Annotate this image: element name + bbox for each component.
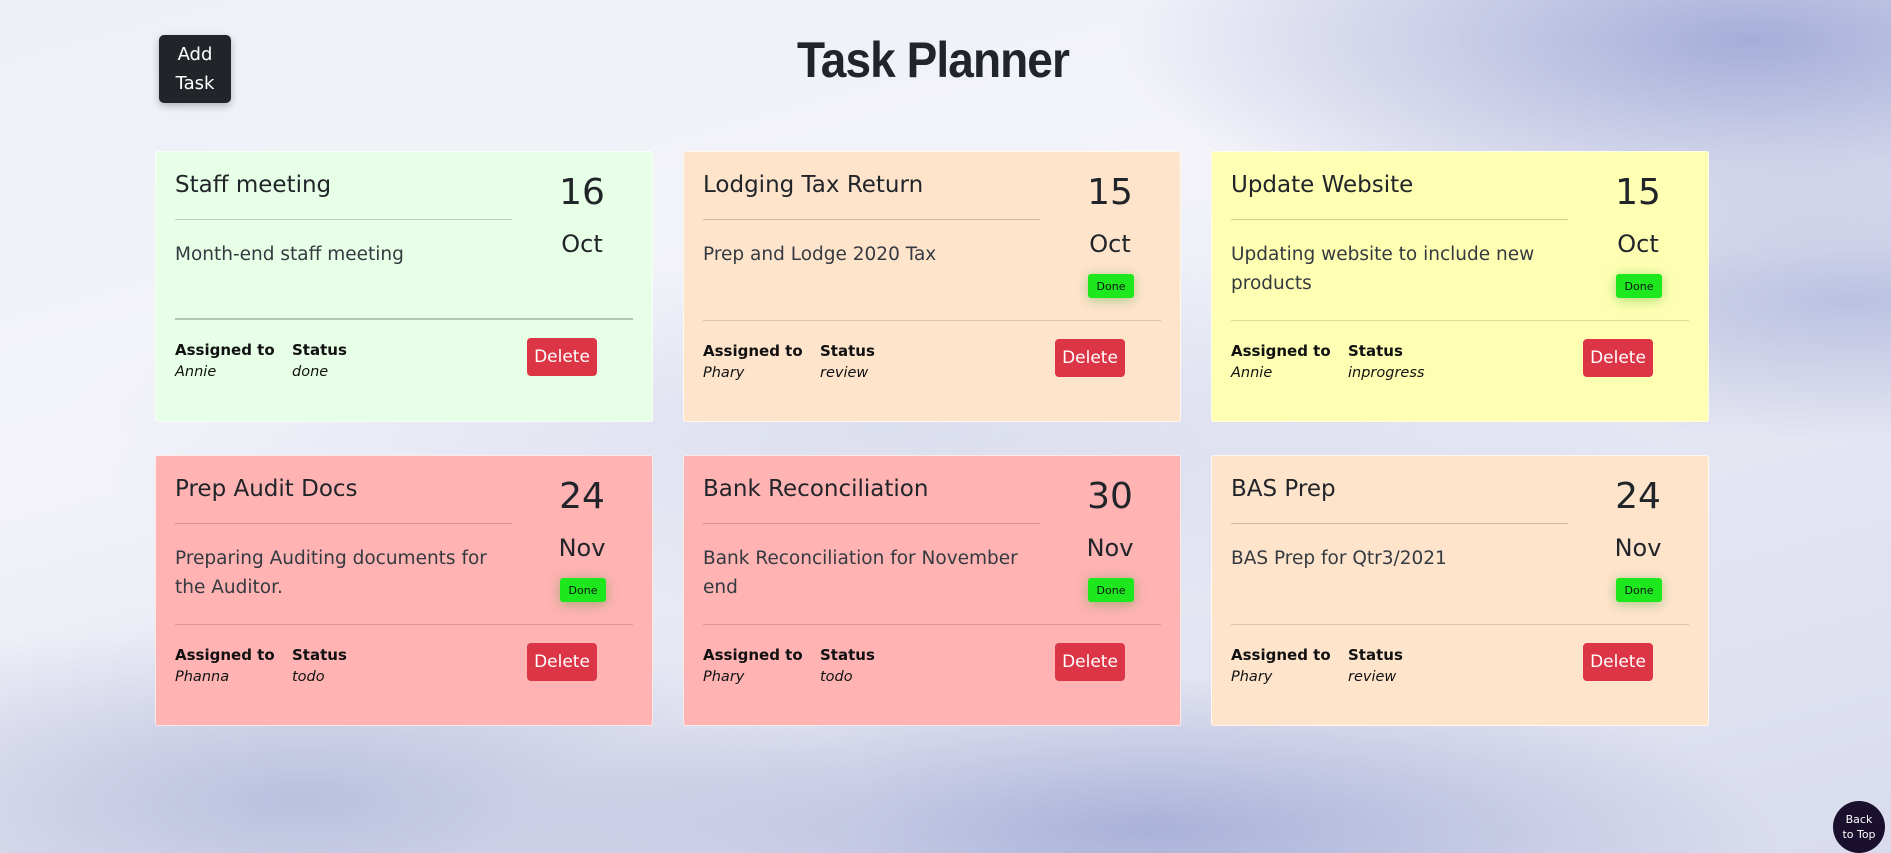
task-title: Update Website bbox=[1231, 172, 1414, 198]
assignee-value: Annie bbox=[175, 364, 217, 380]
title-divider bbox=[175, 523, 512, 524]
due-day: 30 bbox=[1087, 476, 1133, 517]
delete-button[interactable]: Delete bbox=[527, 338, 597, 376]
task-description: Prep and Lodge 2020 Tax bbox=[703, 244, 937, 265]
delete-button[interactable]: Delete bbox=[1055, 339, 1125, 377]
task-description: Preparing Auditing documents for the Aud… bbox=[175, 548, 487, 598]
assigned-to-label: Assigned to bbox=[175, 341, 275, 359]
assigned-to-label: Assigned to bbox=[703, 646, 803, 664]
status-label: Status bbox=[820, 646, 875, 664]
assignee-value: Phary bbox=[703, 669, 745, 685]
status-label: Status bbox=[1348, 342, 1403, 360]
task-card: Lodging Tax Return Prep and Lodge 2020 Ta… bbox=[683, 151, 1181, 422]
title-divider bbox=[1231, 219, 1568, 220]
page-title: Task Planner bbox=[797, 32, 1070, 88]
due-day: 15 bbox=[1087, 172, 1133, 213]
assignee-value: Phanna bbox=[175, 669, 230, 685]
delete-button[interactable]: Delete bbox=[1055, 643, 1125, 681]
status-value: review bbox=[820, 365, 869, 381]
status-value: done bbox=[292, 364, 329, 380]
footer-divider bbox=[703, 320, 1161, 321]
assignee-value: Phary bbox=[703, 365, 745, 381]
status-value: todo bbox=[820, 669, 853, 685]
status-label: Status bbox=[292, 341, 347, 359]
assigned-to-label: Assigned to bbox=[1231, 342, 1331, 360]
assigned-to-label: Assigned to bbox=[175, 646, 275, 664]
delete-button[interactable]: Delete bbox=[527, 643, 597, 681]
title-divider bbox=[1231, 523, 1568, 524]
task-description: Month-end staff meeting bbox=[175, 244, 404, 265]
due-day: 24 bbox=[1615, 476, 1661, 517]
footer-divider bbox=[703, 624, 1161, 625]
task-title: BAS Prep bbox=[1231, 476, 1336, 502]
delete-button[interactable]: Delete bbox=[1583, 339, 1653, 377]
task-description: Bank Reconciliation for November end bbox=[703, 548, 1018, 598]
task-card: BAS Prep BAS Prep for Qtr3/2021 24 Nov Done A… bbox=[1211, 455, 1709, 726]
due-month: Nov bbox=[1086, 534, 1134, 562]
task-card: Update Website Updating website to includ… bbox=[1211, 151, 1709, 422]
footer-divider bbox=[175, 624, 633, 625]
status-label: Status bbox=[1348, 646, 1403, 664]
task-card: Prep Audit Docs Preparing Auditing docume… bbox=[155, 455, 653, 726]
status-value: todo bbox=[292, 669, 325, 685]
due-month: Nov bbox=[558, 534, 606, 562]
due-month: Oct bbox=[1089, 230, 1131, 258]
task-card: Bank Reconciliation Bank Reconciliation f… bbox=[683, 455, 1181, 726]
assignee-value: Phary bbox=[1231, 669, 1273, 685]
task-title: Bank Reconciliation bbox=[703, 476, 929, 502]
footer-divider bbox=[175, 318, 633, 320]
assigned-to-label: Assigned to bbox=[703, 342, 803, 360]
back-to-top-button[interactable]: Back to Top bbox=[1833, 801, 1885, 853]
task-description: Updating website to include new products bbox=[1231, 244, 1535, 294]
due-day: 15 bbox=[1615, 172, 1661, 213]
due-day: 16 bbox=[559, 172, 605, 213]
status-value: review bbox=[1348, 669, 1397, 685]
mark-done-button[interactable]: Done bbox=[1616, 274, 1662, 298]
task-description: BAS Prep for Qtr3/2021 bbox=[1231, 548, 1447, 569]
title-divider bbox=[175, 219, 512, 220]
title-divider bbox=[703, 523, 1040, 524]
status-label: Status bbox=[292, 646, 347, 664]
footer-divider bbox=[1231, 320, 1689, 321]
task-title: Lodging Tax Return bbox=[703, 172, 924, 198]
task-title: Staff meeting bbox=[175, 172, 332, 198]
task-title: Prep Audit Docs bbox=[175, 476, 358, 502]
due-day: 24 bbox=[559, 476, 605, 517]
mark-done-button[interactable]: Done bbox=[1088, 578, 1134, 602]
status-value: inprogress bbox=[1348, 365, 1425, 381]
assigned-to-label: Assigned to bbox=[1231, 646, 1331, 664]
due-month: Oct bbox=[1617, 230, 1659, 258]
mark-done-button[interactable]: Done bbox=[1088, 274, 1134, 298]
assignee-value: Annie bbox=[1231, 365, 1273, 381]
due-month: Nov bbox=[1614, 534, 1662, 562]
mark-done-button[interactable]: Done bbox=[560, 578, 606, 602]
mark-done-button[interactable]: Done bbox=[1616, 578, 1662, 602]
task-card: Staff meeting Month-end staff meeting 16 Oc… bbox=[155, 151, 653, 422]
delete-button[interactable]: Delete bbox=[1583, 643, 1653, 681]
title-divider bbox=[703, 219, 1040, 220]
footer-divider bbox=[1231, 624, 1689, 625]
due-month: Oct bbox=[561, 230, 603, 258]
status-label: Status bbox=[820, 342, 875, 360]
